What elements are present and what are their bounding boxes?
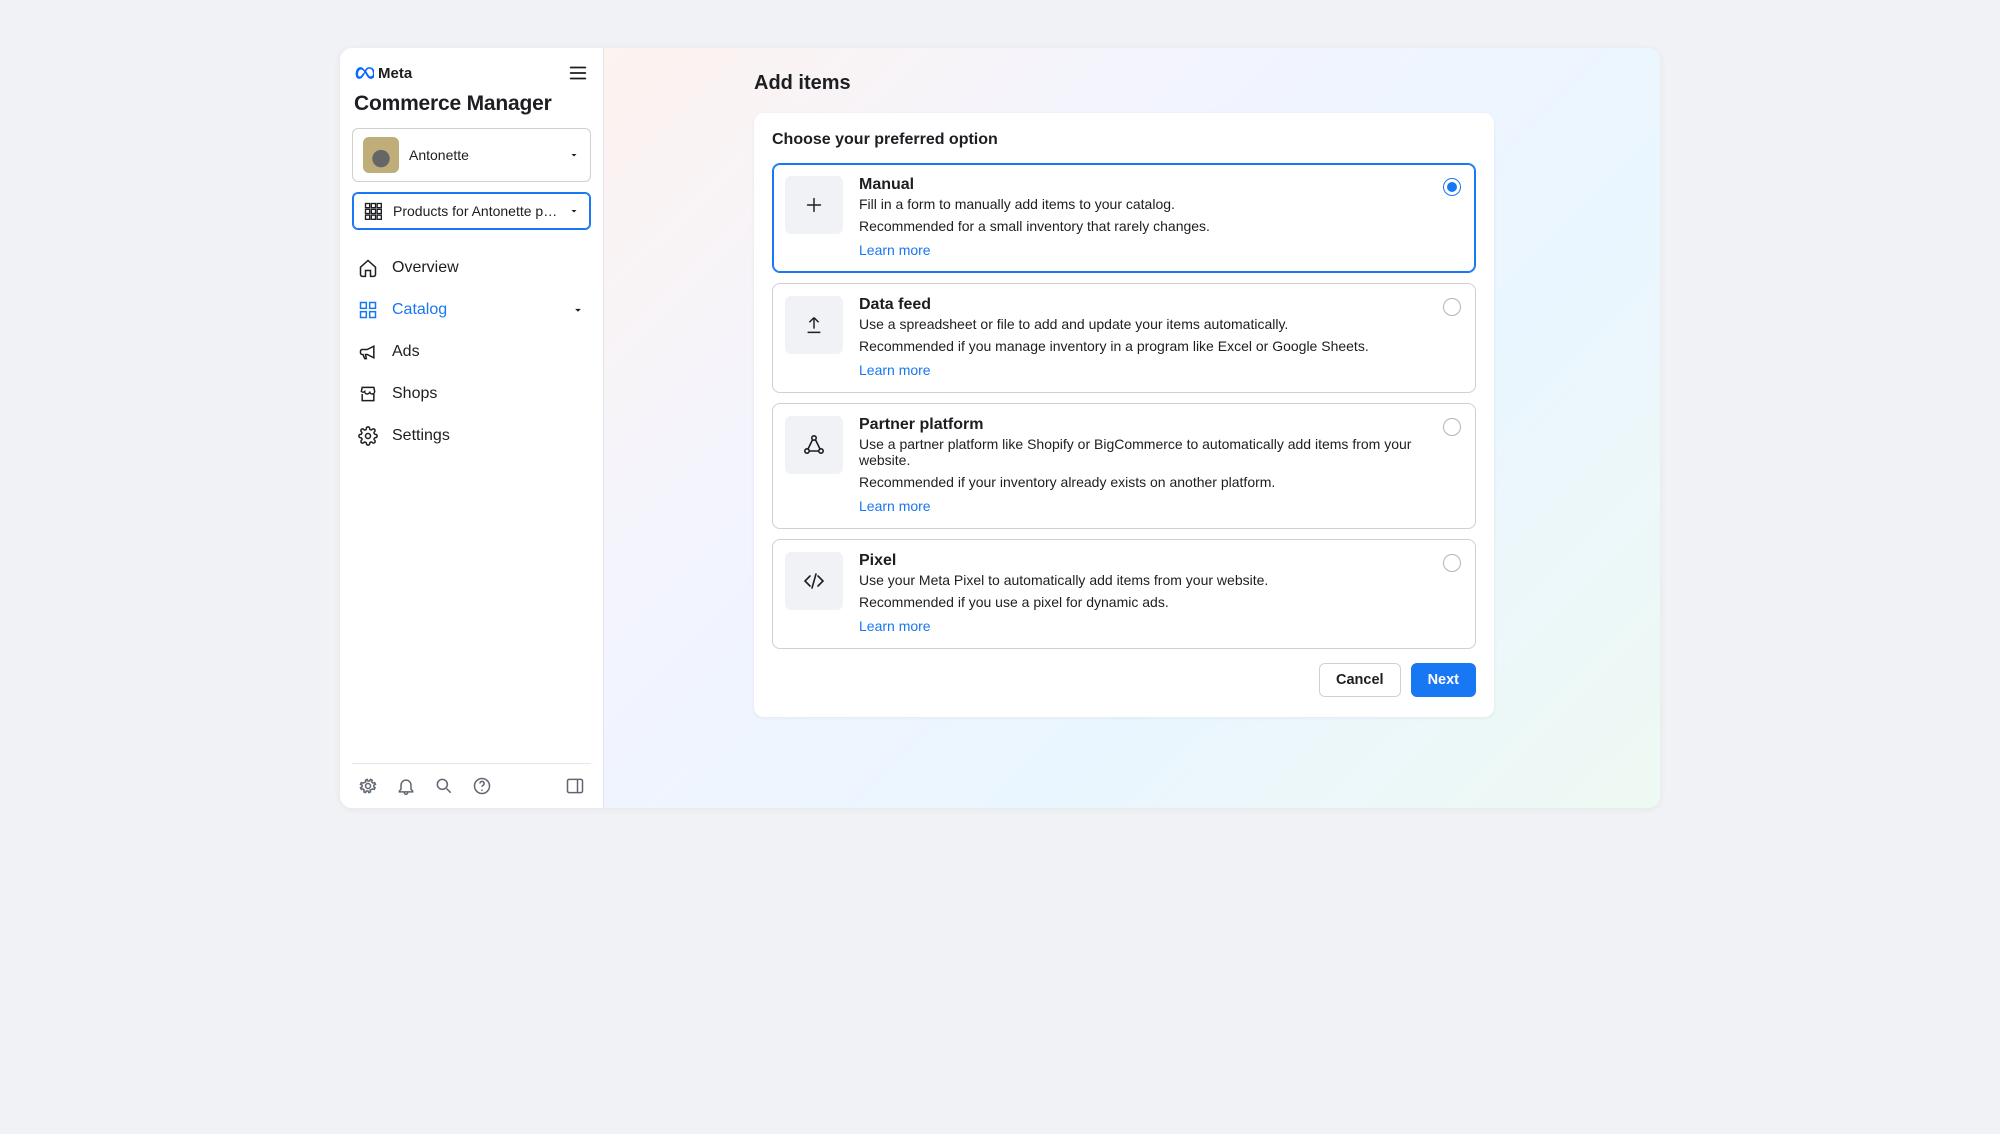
menu-icon[interactable] [567, 62, 589, 84]
partner-icon [785, 416, 843, 474]
bell-icon[interactable] [396, 776, 416, 796]
option-title: Data feed [859, 296, 1461, 314]
option-title: Pixel [859, 552, 1461, 570]
megaphone-icon [358, 342, 378, 362]
plus-icon [785, 176, 843, 234]
next-button[interactable]: Next [1411, 663, 1476, 697]
nav-catalog[interactable]: Catalog [352, 290, 591, 330]
option-title: Manual [859, 176, 1461, 194]
catalog-name: Products for Antonette pers... [393, 203, 558, 219]
learn-more-link[interactable]: Learn more [859, 498, 931, 514]
brand-name: Meta [378, 65, 412, 82]
nav-ads[interactable]: Ads [352, 332, 591, 372]
code-icon [785, 552, 843, 610]
option-body: Pixel Use your Meta Pixel to automatical… [859, 552, 1461, 636]
radio-data-feed[interactable] [1443, 298, 1461, 316]
option-body: Manual Fill in a form to manually add it… [859, 176, 1461, 260]
app-window: Meta Commerce Manager Antonette Products… [340, 48, 1660, 808]
learn-more-link[interactable]: Learn more [859, 618, 931, 634]
option-desc: Use your Meta Pixel to automatically add… [859, 572, 1461, 588]
grid-icon [363, 201, 383, 221]
option-desc: Use a partner platform like Shopify or B… [859, 436, 1461, 468]
option-partner-platform[interactable]: Partner platform Use a partner platform … [772, 403, 1476, 529]
home-icon [358, 258, 378, 278]
nav-shops[interactable]: Shops [352, 374, 591, 414]
shop-icon [358, 384, 378, 404]
account-name: Antonette [409, 147, 558, 163]
brand-row: Meta [352, 60, 591, 90]
catalog-selector[interactable]: Products for Antonette pers... [352, 192, 591, 230]
option-body: Data feed Use a spreadsheet or file to a… [859, 296, 1461, 380]
learn-more-link[interactable]: Learn more [859, 362, 931, 378]
card-title: Choose your preferred option [772, 131, 1476, 149]
upload-icon [785, 296, 843, 354]
nav-label: Catalog [392, 301, 447, 319]
option-reco: Recommended if you use a pixel for dynam… [859, 594, 1461, 610]
main-content: Add items Choose your preferred option M… [604, 48, 1660, 808]
sidebar: Meta Commerce Manager Antonette Products… [340, 48, 604, 808]
nav-settings[interactable]: Settings [352, 416, 591, 456]
account-selector[interactable]: Antonette [352, 128, 591, 182]
avatar [363, 137, 399, 173]
nav-label: Settings [392, 427, 450, 445]
option-reco: Recommended for a small inventory that r… [859, 218, 1461, 234]
radio-manual[interactable] [1443, 178, 1461, 196]
sidebar-footer [352, 763, 591, 808]
option-desc: Fill in a form to manually add items to … [859, 196, 1461, 212]
learn-more-link[interactable]: Learn more [859, 242, 931, 258]
option-pixel[interactable]: Pixel Use your Meta Pixel to automatical… [772, 539, 1476, 649]
option-data-feed[interactable]: Data feed Use a spreadsheet or file to a… [772, 283, 1476, 393]
nav: Overview Catalog Ads [352, 248, 591, 456]
chevron-down-icon [568, 205, 580, 217]
nav-overview[interactable]: Overview [352, 248, 591, 288]
option-reco: Recommended if you manage inventory in a… [859, 338, 1461, 354]
radio-pixel[interactable] [1443, 554, 1461, 572]
option-reco: Recommended if your inventory already ex… [859, 474, 1461, 490]
meta-brand: Meta [354, 63, 412, 83]
option-desc: Use a spreadsheet or file to add and upd… [859, 316, 1461, 332]
chevron-down-icon [571, 303, 585, 317]
options-card: Choose your preferred option Manual Fill… [754, 113, 1494, 717]
radio-partner-platform[interactable] [1443, 418, 1461, 436]
option-body: Partner platform Use a partner platform … [859, 416, 1461, 516]
nav-label: Overview [392, 259, 459, 277]
cancel-button[interactable]: Cancel [1319, 663, 1401, 697]
nav-label: Shops [392, 385, 437, 403]
nav-label: Ads [392, 343, 420, 361]
search-icon[interactable] [434, 776, 454, 796]
card-actions: Cancel Next [772, 663, 1476, 697]
gear-icon [358, 426, 378, 446]
help-icon[interactable] [472, 776, 492, 796]
page-title: Add items [754, 72, 1600, 95]
chevron-down-icon [568, 149, 580, 161]
meta-logo-icon [354, 63, 374, 83]
catalog-icon [358, 300, 378, 320]
option-manual[interactable]: Manual Fill in a form to manually add it… [772, 163, 1476, 273]
app-title: Commerce Manager [354, 92, 589, 116]
panel-toggle-icon[interactable] [565, 776, 585, 796]
gear-icon[interactable] [358, 776, 378, 796]
option-title: Partner platform [859, 416, 1461, 434]
